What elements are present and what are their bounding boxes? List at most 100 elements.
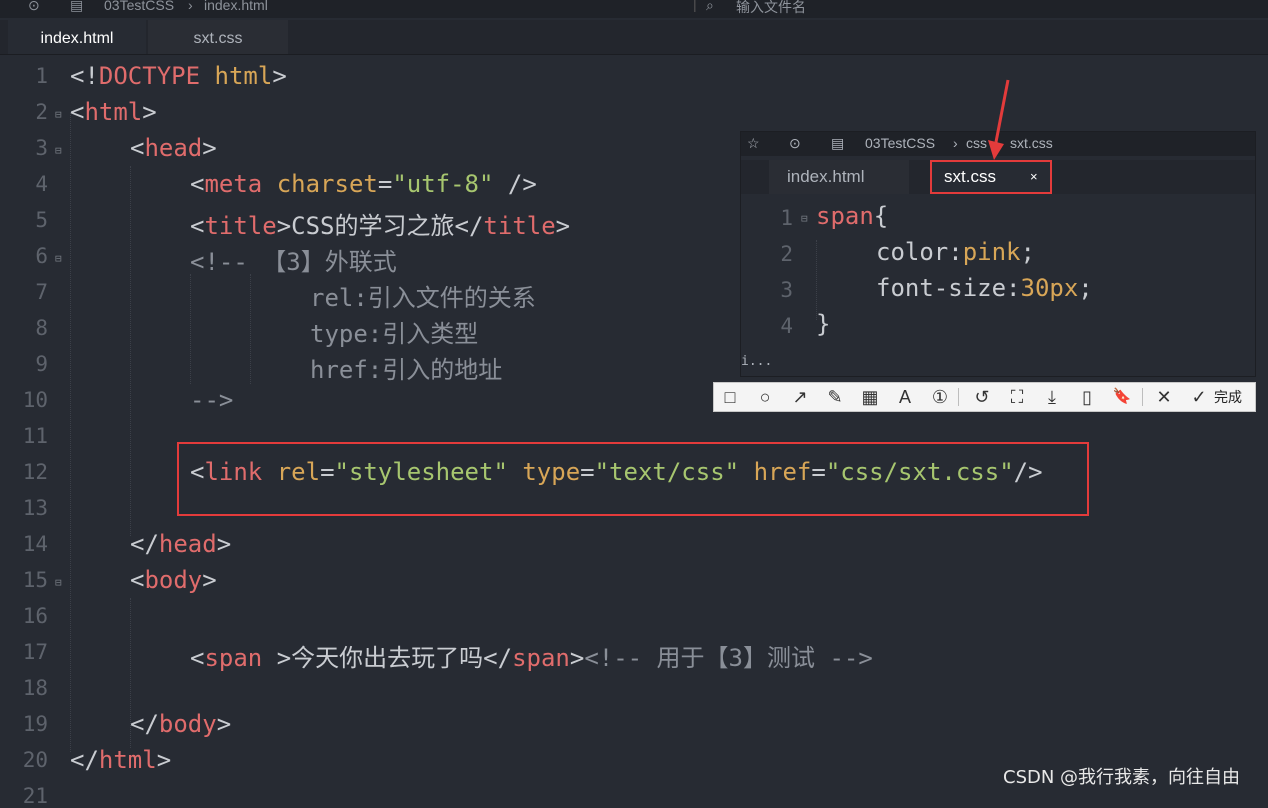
line-number: 16 <box>22 604 48 628</box>
code-comment: href:引入的地址 <box>310 356 503 384</box>
folder-icon: ▤ <box>70 0 84 13</box>
line-number: 18 <box>22 676 48 700</box>
code-line: <body> <box>130 566 217 594</box>
code-line: <span >今天你出去玩了吗</span><!-- 用于【3】测试 --> <box>190 644 873 672</box>
line-number: 5 <box>35 208 48 232</box>
divider: | <box>693 0 697 12</box>
fold-icon[interactable]: ⊟ <box>55 576 62 589</box>
indent-guide <box>190 274 191 384</box>
popup-tabs: index.html sxt.css × <box>741 160 1255 194</box>
highlight-box <box>930 160 1052 194</box>
fold-icon[interactable]: ⊟ <box>801 212 808 225</box>
fold-icon[interactable]: ⊟ <box>55 144 62 157</box>
css-file-preview: ☆ ⊙ ▤ 03TestCSS › css › sxt.css index.ht… <box>740 131 1256 377</box>
line-number: 7 <box>35 280 48 304</box>
indent-guide <box>130 166 131 536</box>
tab-index-html[interactable]: index.html <box>769 160 909 194</box>
css-line: color:pink; <box>876 238 1035 266</box>
line-number: 2 <box>35 100 48 124</box>
undo-icon[interactable]: ↺ <box>968 383 996 411</box>
fold-icon[interactable]: ⊟ <box>55 108 62 121</box>
phone-icon[interactable]: ▯ <box>1073 383 1101 411</box>
line-number: 3 <box>35 136 48 160</box>
cancel-icon[interactable]: ✕ <box>1150 383 1178 411</box>
line-number: 11 <box>22 424 48 448</box>
code-comment: type:引入类型 <box>310 320 479 348</box>
breadcrumb-separator: › <box>995 135 1000 151</box>
line-number: 21 <box>22 784 48 808</box>
text-icon[interactable]: A <box>891 383 919 411</box>
run-icon[interactable]: ⊙ <box>789 135 801 152</box>
breadcrumb-separator: › <box>953 135 958 151</box>
line-number: 4 <box>780 314 793 338</box>
line-number: 6 <box>35 244 48 268</box>
code-comment: --> <box>190 386 234 414</box>
fold-icon[interactable]: ⊟ <box>55 252 62 265</box>
line-number: 15 <box>22 568 48 592</box>
truncated-text: i... <box>741 354 773 369</box>
confirm-icon[interactable]: ✓ <box>1185 383 1213 411</box>
number-icon[interactable]: ① <box>926 383 954 411</box>
breadcrumb-project[interactable]: 03TestCSS <box>865 135 935 151</box>
line-number: 19 <box>22 712 48 736</box>
line-number: 8 <box>35 316 48 340</box>
indent-guide <box>250 274 251 384</box>
folder-icon: ▤ <box>831 135 845 151</box>
line-number: 9 <box>35 352 48 376</box>
line-number: 12 <box>22 460 48 484</box>
tab-index-html[interactable]: index.html <box>8 20 146 54</box>
run-icon[interactable]: ⊙ <box>28 0 40 14</box>
indent-guide <box>816 240 817 320</box>
popup-breadcrumb-bar: ☆ ⊙ ▤ 03TestCSS › css › sxt.css <box>741 132 1255 156</box>
code-line: <head> <box>130 134 217 162</box>
line-number: 1 <box>35 64 48 88</box>
snipping-toolbar: □ ○ ↗ ✎ ▦ A ① ↺ ⛶ ⤓ ▯ 🔖 ✕ ✓ 完成 <box>713 382 1256 412</box>
code-line: </head> <box>130 530 232 558</box>
star-icon[interactable]: ☆ <box>747 135 760 152</box>
line-number: 14 <box>22 532 48 556</box>
breadcrumb-file[interactable]: sxt.css <box>1010 135 1053 151</box>
line-number: 3 <box>780 278 793 302</box>
toolbar-divider <box>1142 388 1143 406</box>
rectangle-icon[interactable]: □ <box>716 383 744 411</box>
breadcrumb-file[interactable]: index.html <box>204 0 268 13</box>
line-number: 4 <box>35 172 48 196</box>
code-line: <!DOCTYPE html> <box>70 62 287 90</box>
breadcrumb-folder[interactable]: css <box>966 135 987 151</box>
code-line: <title>CSS的学习之旅</title> <box>190 212 571 240</box>
code-comment: rel:引入文件的关系 <box>310 284 536 312</box>
css-line: } <box>816 310 831 338</box>
line-number: 13 <box>22 496 48 520</box>
indent-guide <box>70 112 71 752</box>
editor-tabs: index.html sxt.css <box>0 20 1268 55</box>
code-line: </body> <box>130 710 232 738</box>
breadcrumb-separator: › <box>188 0 193 13</box>
bookmark-icon[interactable]: 🔖 <box>1108 383 1136 411</box>
ocr-icon[interactable]: ⛶ <box>1003 383 1031 411</box>
watermark: CSDN @我行我素，向往自由 <box>1003 767 1241 788</box>
done-button[interactable]: 完成 <box>1214 383 1242 411</box>
tab-sxt-css[interactable]: sxt.css <box>148 20 288 54</box>
css-line: font-size:30px; <box>876 274 1093 302</box>
mosaic-icon[interactable]: ▦ <box>856 383 884 411</box>
download-icon[interactable]: ⤓ <box>1038 383 1066 411</box>
toolbar-divider <box>958 388 959 406</box>
highlight-box <box>177 442 1089 516</box>
line-number: 1 <box>780 206 793 230</box>
line-number: 17 <box>22 640 48 664</box>
pen-icon[interactable]: ✎ <box>821 383 849 411</box>
line-number: 2 <box>780 242 793 266</box>
breadcrumb-project[interactable]: 03TestCSS <box>104 0 174 13</box>
search-icon: ⌕ <box>706 0 714 13</box>
arrow-icon[interactable]: ↗ <box>786 383 814 411</box>
css-line: span{ <box>816 202 889 230</box>
code-line: </html> <box>70 746 172 774</box>
file-search-input[interactable]: 输入文件名 <box>736 0 806 17</box>
ellipse-icon[interactable]: ○ <box>751 383 779 411</box>
code-line: <meta charset="utf-8" /> <box>190 170 537 198</box>
title-bar: ⊙ ▤ 03TestCSS › index.html | ⌕ 输入文件名 <box>0 0 1268 18</box>
code-line: <html> <box>70 98 157 126</box>
line-number: 10 <box>22 388 48 412</box>
code-comment: <!-- 【3】外联式 <box>190 248 397 276</box>
line-number: 20 <box>22 748 48 772</box>
